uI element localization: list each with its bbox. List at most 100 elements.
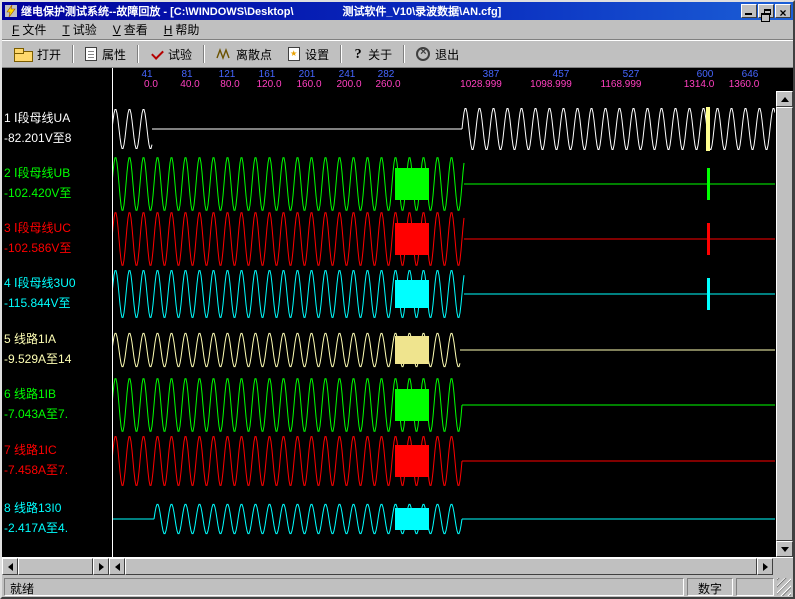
vertical-scroll-track[interactable] [776, 107, 793, 541]
channel-scroll-thumb[interactable] [18, 558, 93, 575]
menu-file-label: 文件 [22, 23, 46, 37]
close-button[interactable] [775, 4, 791, 18]
waveform-scrollbar[interactable] [109, 558, 773, 575]
minimize-button[interactable] [741, 4, 757, 18]
question-mark-icon [353, 47, 363, 62]
waveform-scroll-right-button[interactable] [757, 558, 773, 575]
toolbar-separator [72, 45, 74, 63]
about-button[interactable]: 关于 [345, 42, 400, 66]
discrete-points-button-label: 离散点 [236, 46, 272, 63]
ruler-tick-time: 260.0 [375, 79, 400, 90]
exit-button-label: 退出 [435, 46, 459, 63]
menu-file[interactable]: F文件 [4, 19, 54, 40]
channel-label: 2 Ⅰ段母线UB [4, 164, 70, 181]
app-window: 继电保护测试系统--故障回放 - [C:\WINDOWS\Desktop\ 测试… [0, 0, 795, 599]
menu-test-hotkey: T [62, 23, 69, 37]
about-button-label: 关于 [368, 46, 392, 63]
waveform-scroll-thumb[interactable] [125, 558, 757, 575]
cursor-tick [706, 107, 710, 151]
toolbar-separator [137, 45, 139, 63]
waveform-channel-2 [112, 158, 775, 211]
main-area: 1 Ⅰ段母线UA -82.201V至8 2 Ⅰ段母线UB -102.420V至 3 Ⅰ段… [2, 91, 793, 558]
arrow-left-icon [8, 563, 13, 571]
channel-range: -7.043A至7. [4, 405, 68, 422]
oscillography-workspace: 41811211612012412823874575276006460.040.… [2, 68, 793, 558]
titlebar: 继电保护测试系统--故障回放 - [C:\WINDOWS\Desktop\ 测试… [2, 2, 793, 20]
fault-marker-block [395, 445, 429, 477]
menu-view[interactable]: V查看 [105, 19, 156, 40]
ruler-tick-time: 1098.999 [530, 79, 572, 90]
restore-button[interactable] [758, 4, 774, 18]
channel-label: 5 线路1IA [4, 330, 56, 347]
scrollbar-corner [773, 558, 793, 575]
scroll-down-button[interactable] [776, 541, 793, 557]
timeline-ruler: 41811211612012412823874575276006460.040.… [2, 68, 793, 91]
horizontal-scroll-row [2, 558, 793, 575]
resize-grip[interactable] [777, 578, 791, 596]
channel-range: -9.529A至14 [4, 350, 71, 367]
restore-icon [764, 9, 771, 15]
cursor-tick [707, 278, 710, 310]
status-empty-panel [736, 578, 774, 596]
arrow-up-icon [781, 97, 789, 102]
discrete-points-button[interactable]: 离散点 [208, 42, 280, 66]
app-icon [4, 5, 18, 18]
channel-list-scrollbar[interactable] [2, 558, 109, 575]
panel-divider [112, 68, 113, 558]
waveform-area[interactable] [112, 91, 776, 557]
channel-range: -102.420V至 [4, 184, 71, 201]
waveform-channel-8 [112, 504, 775, 533]
channel-label: 1 Ⅰ段母线UA [4, 109, 70, 126]
ruler-tick-time: 1360.0 [729, 79, 760, 90]
menu-help[interactable]: H帮助 [156, 19, 208, 40]
ruler-tick-time: 1168.999 [601, 79, 642, 90]
exit-icon [416, 47, 430, 61]
exit-button[interactable]: 退出 [408, 42, 467, 66]
toolbar-separator [403, 45, 405, 63]
menu-test[interactable]: T 试验 [54, 19, 104, 40]
properties-button[interactable]: 属性 [77, 42, 134, 66]
waveform-scroll-left-button[interactable] [109, 558, 125, 575]
waveform-channel-3 [112, 213, 775, 266]
cursor-tick [707, 223, 710, 255]
fault-marker-block [395, 508, 429, 530]
test-button[interactable]: 试验 [142, 42, 200, 66]
arrow-right-icon [99, 563, 104, 571]
menu-file-hotkey: F [12, 23, 19, 37]
ruler-tick-time: 1028.999 [460, 79, 502, 90]
fault-marker-block [395, 168, 429, 200]
channel-range: -7.458A至7. [4, 461, 68, 478]
fault-marker-block [395, 336, 429, 364]
waveform-channel-4 [112, 271, 775, 318]
minimize-icon [745, 13, 752, 15]
channel-scroll-left-button[interactable] [2, 558, 18, 575]
open-button[interactable]: 打开 [6, 42, 69, 66]
menu-help-hotkey: H [164, 23, 173, 37]
waveform-canvas [112, 91, 775, 557]
toolbar: 打开 属性 试验 离散点 设置 关于 退出 [2, 40, 793, 68]
vertical-scrollbar[interactable] [776, 91, 793, 557]
channel-scroll-right-button[interactable] [93, 558, 109, 575]
arrow-right-icon [763, 563, 768, 571]
menu-test-label: 试验 [73, 23, 97, 37]
channel-label: 3 Ⅰ段母线UC [4, 219, 71, 236]
toolbar-separator [203, 45, 205, 63]
channel-label: 4 Ⅰ段母线3U0 [4, 274, 76, 291]
arrow-down-icon [781, 547, 789, 552]
channel-label: 8 线路13I0 [4, 499, 61, 516]
channel-scroll-track[interactable] [18, 558, 93, 575]
settings-button-label: 设置 [305, 46, 329, 63]
menu-help-label: 帮助 [175, 23, 199, 37]
scroll-up-button[interactable] [776, 91, 793, 107]
waveform-channel-6 [112, 379, 775, 432]
waveform-scroll-track[interactable] [125, 558, 757, 575]
discrete-points-icon [216, 48, 231, 60]
open-button-label: 打开 [37, 46, 61, 63]
vertical-scroll-thumb[interactable] [776, 107, 793, 541]
settings-button[interactable]: 设置 [280, 42, 337, 66]
arrow-left-icon [115, 563, 120, 571]
channel-range: -82.201V至8 [4, 129, 71, 146]
ruler-tick-time: 120.0 [256, 79, 281, 90]
window-title: 继电保护测试系统--故障回放 - [C:\WINDOWS\Desktop\ 测试… [21, 3, 738, 19]
channel-range: -2.417A至4. [4, 519, 68, 536]
